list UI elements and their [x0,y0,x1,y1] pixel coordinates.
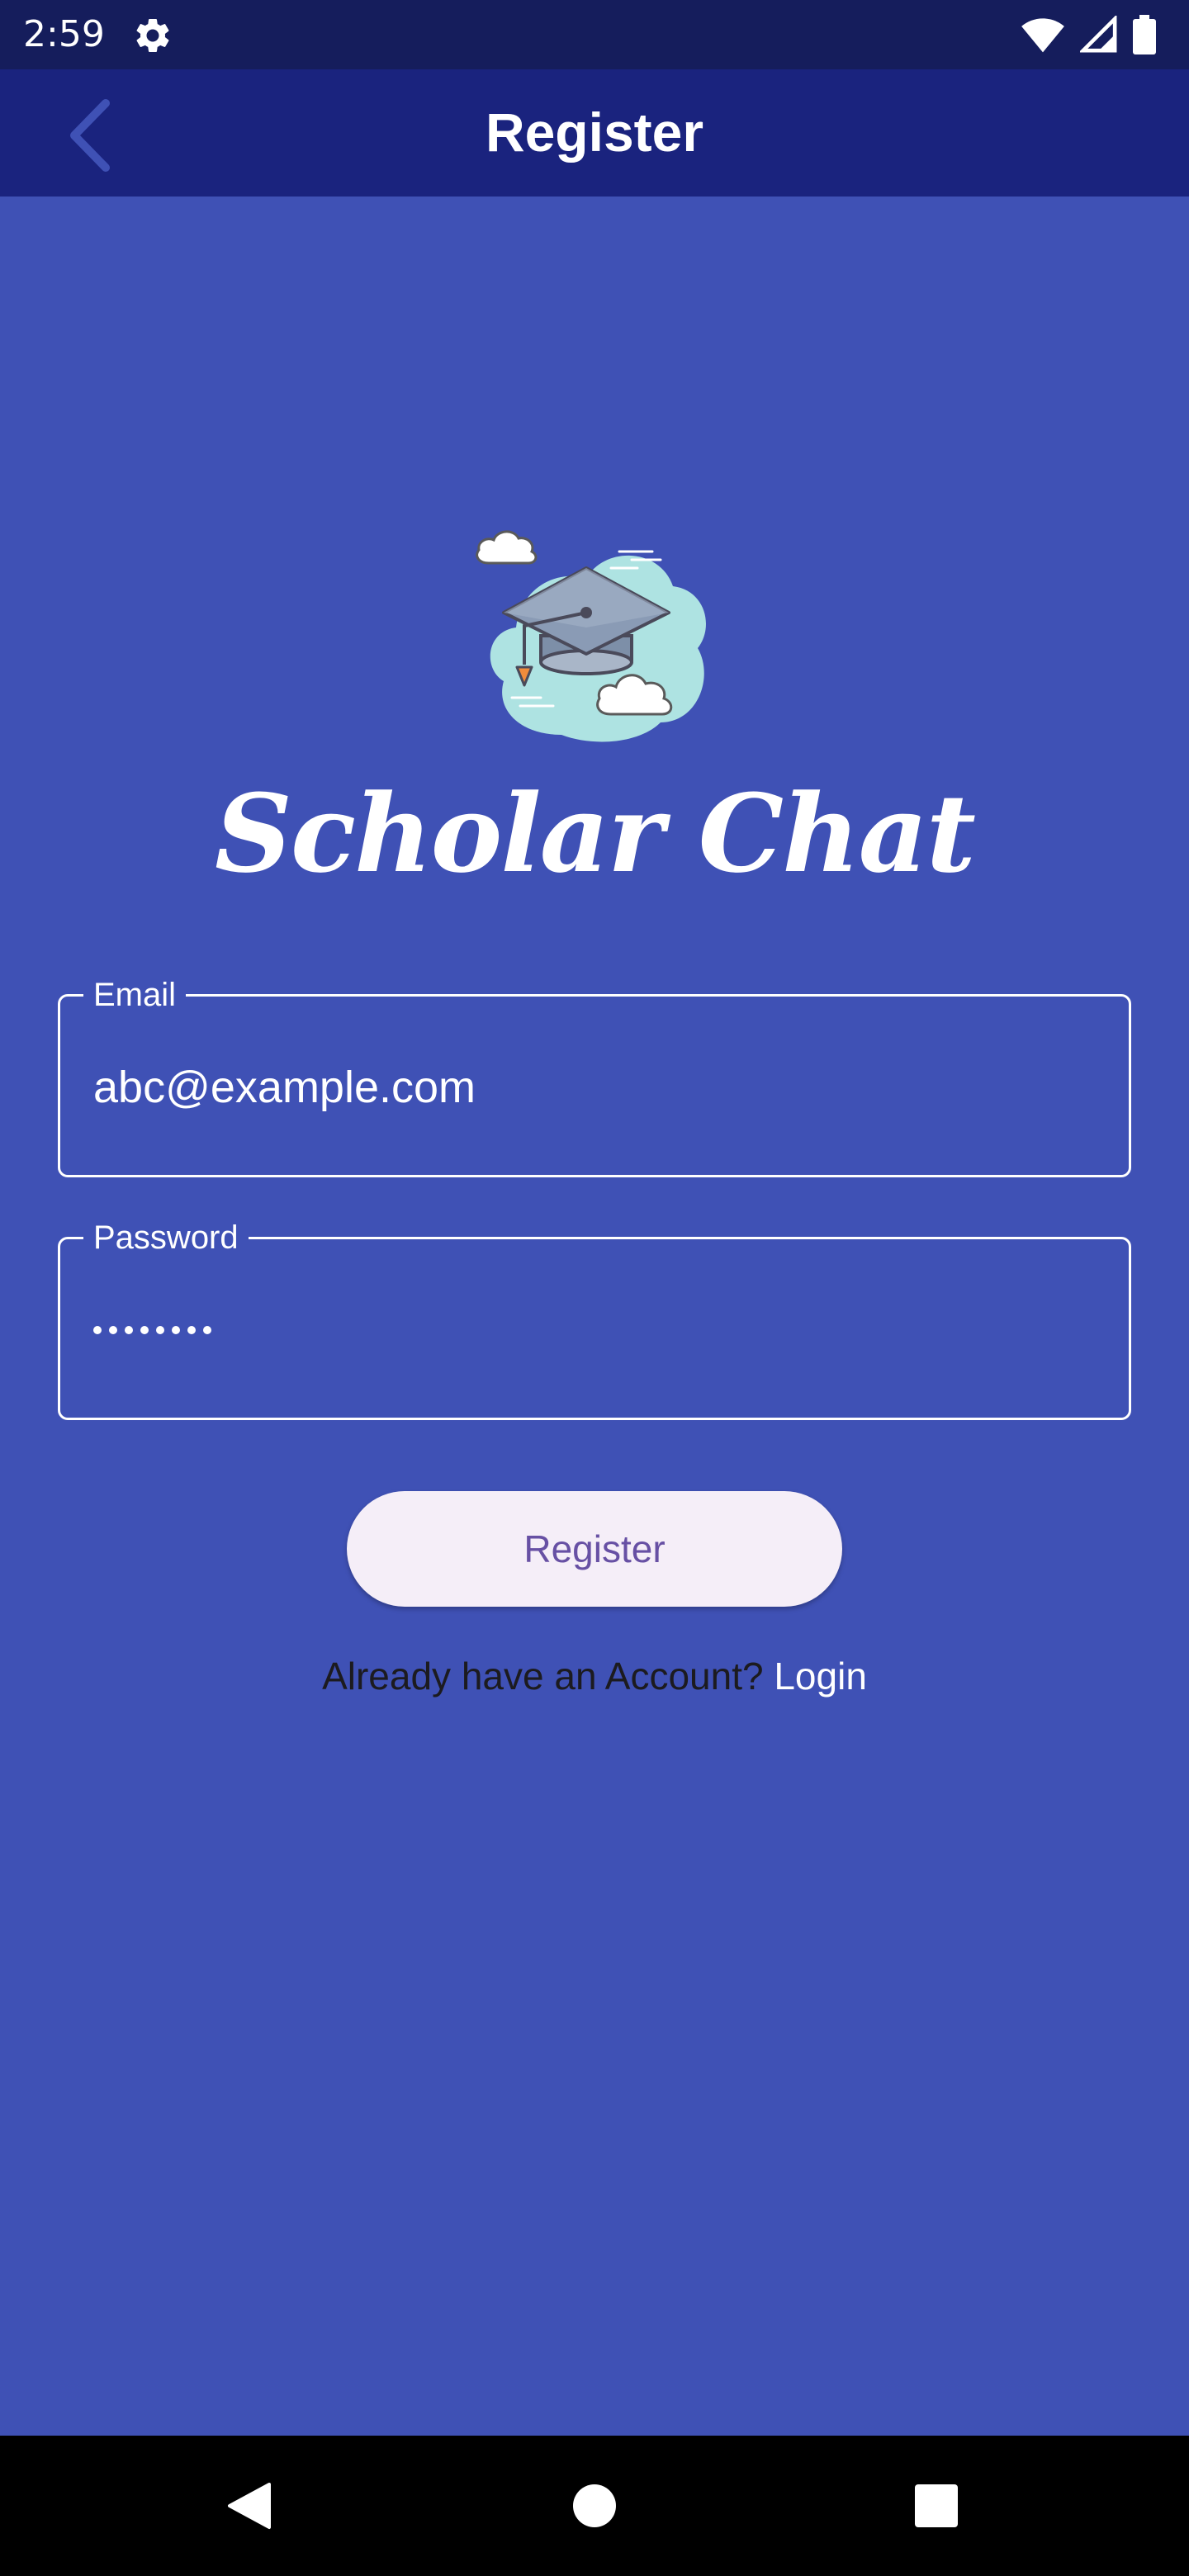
register-screen: 2:59 Register Scholar Chat Email abc@exa… [0,0,1189,2576]
password-mask-dot [140,1326,149,1334]
status-icons [1021,13,1156,56]
register-button[interactable]: Register [347,1491,842,1607]
password-mask-dot [187,1326,196,1334]
password-mask-dot [93,1326,102,1334]
status-time: 2:59 [23,13,105,55]
email-input[interactable] [93,1038,1096,1137]
nav-back-button[interactable] [216,2473,282,2539]
app-bar: Register [0,69,1189,197]
login-prompt: Already have an Account? Login [0,1651,1189,1701]
password-input[interactable] [93,1281,211,1380]
back-triangle-icon [228,2483,271,2529]
battery-icon [1133,15,1156,54]
home-circle-icon [573,2484,616,2527]
nav-home-button[interactable] [561,2473,628,2539]
password-mask-dot [156,1326,164,1334]
password-mask-dot [203,1326,211,1334]
page-title: Register [485,102,704,163]
password-field[interactable]: Password [58,1218,1131,1420]
password-mask-dot [125,1326,133,1334]
email-label: Email [83,975,187,1015]
system-nav-bar [0,2436,1189,2576]
password-mask-dot [109,1326,117,1334]
login-prompt-text: Already have an Account? [322,1655,764,1698]
gear-icon [136,18,169,52]
graduation-cap-cloud-logo [476,530,706,742]
nav-recents-button[interactable] [903,2473,969,2539]
password-mask-dot [172,1326,180,1334]
login-link[interactable]: Login [774,1655,867,1698]
password-label: Password [83,1218,249,1257]
wifi-icon [1021,18,1064,53]
signal-icon [1080,16,1117,53]
recents-square-icon [915,2484,958,2527]
status-bar: 2:59 [0,0,1189,69]
email-field[interactable]: Email [58,975,1131,1177]
app-brand-title: Scholar Chat [215,770,976,897]
